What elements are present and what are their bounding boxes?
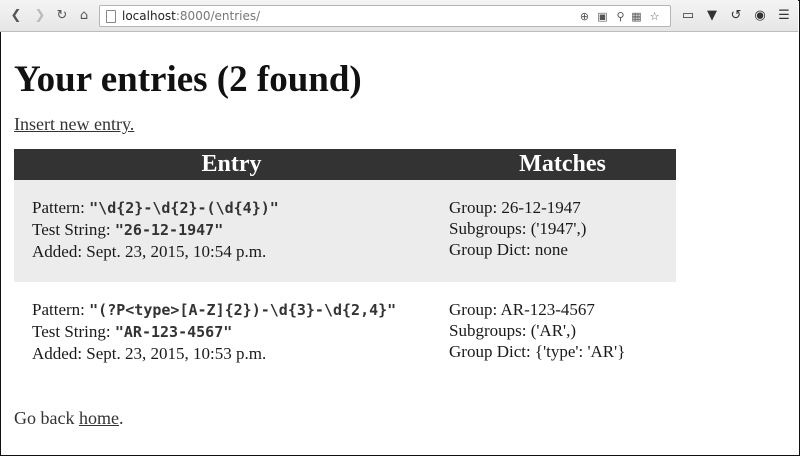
matches-column-header: Matches <box>449 149 676 180</box>
url-text: localhost:8000/entries/ <box>122 9 261 23</box>
translate-icon[interactable]: ▦ <box>630 10 643 23</box>
group-dict-line: Group Dict: none <box>449 240 568 259</box>
entry-column-header: Entry <box>14 149 449 180</box>
home-icon[interactable]: ⌂ <box>76 8 92 24</box>
circle-icon[interactable]: ◉ <box>752 8 768 24</box>
pattern-line: Pattern: "(?P<type>[A-Z]{2})-\d{3}-\d{2,… <box>32 300 397 319</box>
page-icon <box>106 10 116 23</box>
reload-icon[interactable]: ↻ <box>54 8 70 24</box>
page-title: Your entries (2 found) <box>14 59 362 100</box>
subgroups-line: Subgroups: ('AR',) <box>449 321 577 340</box>
entry-cell: Pattern: "\d{2}-\d{2}-(\d{4})" Test Stri… <box>14 180 449 282</box>
test-string-value: "AR-123-4567" <box>114 323 233 341</box>
back-icon[interactable]: ❮ <box>8 8 24 24</box>
test-string-value: "26-12-1947" <box>114 221 224 239</box>
test-string-line: Test String: "AR-123-4567" <box>32 322 233 341</box>
entries-table: Entry Matches Pattern: "\d{2}-\d{2}-(\d{… <box>14 149 676 384</box>
table-row: Pattern: "(?P<type>[A-Z]{2})-\d{3}-\d{2,… <box>14 282 676 384</box>
pocket-icon[interactable]: ▼ <box>704 8 720 24</box>
subgroups-line: Subgroups: ('1947',) <box>449 219 587 238</box>
window-icon[interactable]: ▭ <box>680 8 696 24</box>
pattern-value: "\d{2}-\d{2}-(\d{4})" <box>89 199 279 217</box>
page-content: Your entries (2 found) Insert new entry.… <box>14 32 786 429</box>
group-dict-line: Group Dict: {'type': 'AR'} <box>449 342 626 361</box>
table-row: Pattern: "\d{2}-\d{2}-(\d{4})" Test Stri… <box>14 180 676 282</box>
home-link[interactable]: home <box>79 408 119 428</box>
bookmark-star-icon[interactable]: ☆ <box>648 10 661 23</box>
group-line: Group: 26-12-1947 <box>449 198 581 217</box>
group-line: Group: AR-123-4567 <box>449 300 595 319</box>
added-line: Added: Sept. 23, 2015, 10:54 p.m. <box>32 242 267 261</box>
matches-cell: Group: 26-12-1947 Subgroups: ('1947',) G… <box>449 180 676 282</box>
address-bar[interactable]: localhost:8000/entries/ ⊕ ▣ ⚲ ▦ ☆ <box>99 5 671 27</box>
sync-icon[interactable]: ↺ <box>728 8 744 24</box>
browser-toolbar: ❮ ❯ ↻ ⌂ localhost:8000/entries/ ⊕ ▣ ⚲ ▦ … <box>0 0 798 32</box>
menu-icon[interactable]: ☰ <box>776 8 792 24</box>
added-line: Added: Sept. 23, 2015, 10:53 p.m. <box>32 344 267 363</box>
zoom-icon[interactable]: ⊕ <box>578 10 591 23</box>
forward-icon[interactable]: ❯ <box>32 8 48 24</box>
table-header-row: Entry Matches <box>14 149 676 180</box>
key-icon[interactable]: ⚲ <box>614 10 627 23</box>
matches-cell: Group: AR-123-4567 Subgroups: ('AR',) Gr… <box>449 282 676 384</box>
footer-text: Go back home. <box>14 408 124 428</box>
pattern-value: "(?P<type>[A-Z]{2})-\d{3}-\d{2,4}" <box>89 301 397 319</box>
entry-cell: Pattern: "(?P<type>[A-Z]{2})-\d{3}-\d{2,… <box>14 282 449 384</box>
insert-entry-link[interactable]: Insert new entry. <box>14 114 134 135</box>
reader-icon[interactable]: ▣ <box>596 10 609 23</box>
test-string-line: Test String: "26-12-1947" <box>32 220 224 239</box>
pattern-line: Pattern: "\d{2}-\d{2}-(\d{4})" <box>32 198 279 217</box>
